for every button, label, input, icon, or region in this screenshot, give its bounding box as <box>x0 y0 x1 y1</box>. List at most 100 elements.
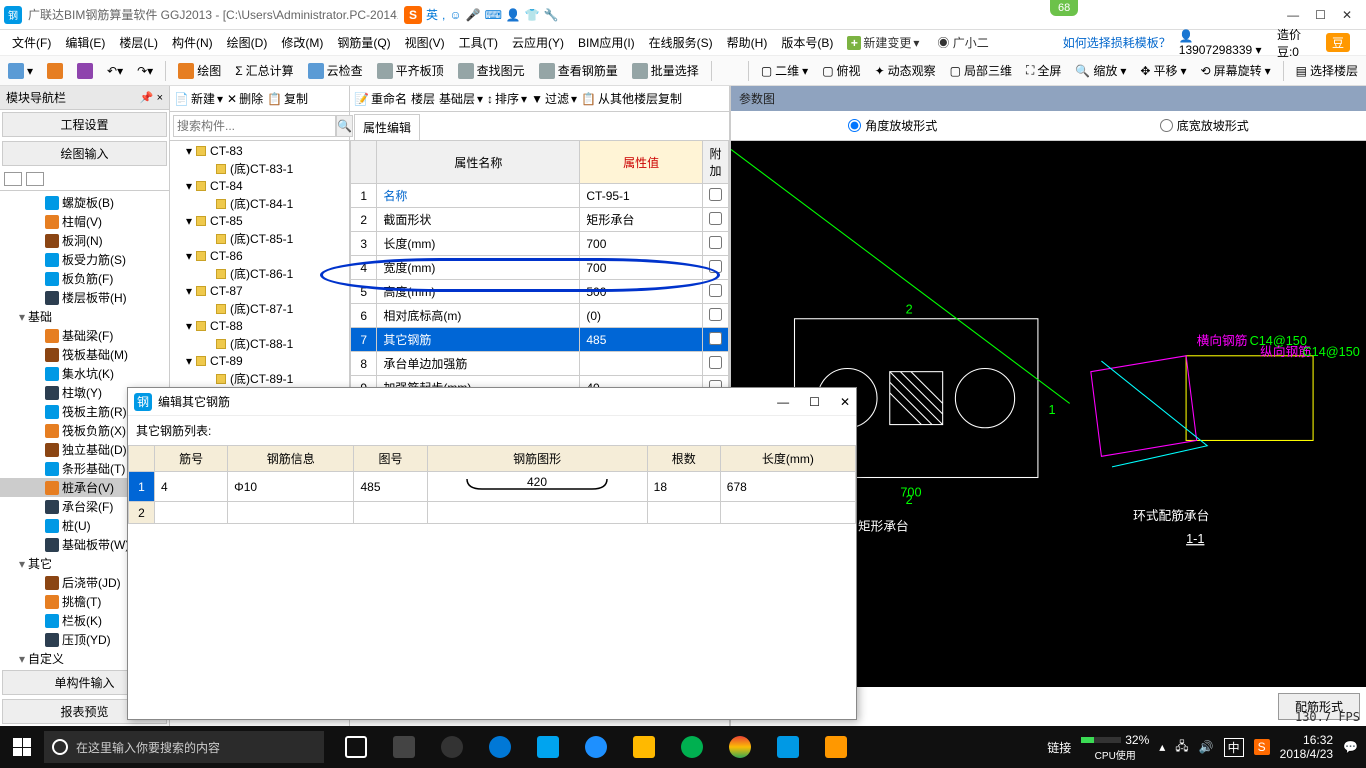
app-icon[interactable] <box>670 726 714 768</box>
tb-sum[interactable]: Σ 汇总计算 <box>231 60 297 81</box>
pin-icon[interactable]: 📌 × <box>140 91 163 104</box>
menu-draw[interactable]: 绘图(D) <box>221 32 274 53</box>
tray-sogou-icon[interactable]: S <box>1254 739 1270 755</box>
tree-node[interactable]: 基础梁(F) <box>0 326 169 345</box>
tb-find[interactable]: 查找图元 <box>454 60 529 81</box>
ime-logo-icon[interactable]: S <box>404 6 422 24</box>
menu-floor[interactable]: 楼层(L) <box>113 32 164 53</box>
menu-online[interactable]: 在线服务(S) <box>643 32 719 53</box>
ct-node[interactable]: ▾CT-84 <box>172 178 347 194</box>
ct-node[interactable]: ▾CT-88 <box>172 318 347 334</box>
prop-row[interactable]: 3长度(mm)700 <box>351 232 729 256</box>
tree-node[interactable]: 筏板基础(M) <box>0 345 169 364</box>
dialog-max[interactable]: ☐ <box>809 395 820 409</box>
ime-icon[interactable]: 🔧 <box>544 8 559 22</box>
tree-node[interactable]: 集水坑(K) <box>0 364 169 383</box>
ct-node[interactable]: ▾CT-85 <box>172 213 347 229</box>
tray-link[interactable]: 链接 <box>1047 739 1071 756</box>
menu-rebar[interactable]: 钢筋量(Q) <box>331 32 396 53</box>
tb-save[interactable] <box>73 61 97 81</box>
ime-icon[interactable]: , <box>442 8 445 22</box>
ie-icon[interactable] <box>574 726 618 768</box>
ime-icon[interactable]: 🎤 <box>466 8 481 22</box>
mt-filter[interactable]: ▼过滤▾ <box>531 90 577 107</box>
new-change-button[interactable]: +新建变更 ▾ <box>841 32 925 53</box>
edge-icon[interactable] <box>478 726 522 768</box>
menu-edit[interactable]: 编辑(E) <box>59 32 111 53</box>
tree-node[interactable]: 螺旋板(B) <box>0 193 169 212</box>
cpu-meter[interactable]: 32% CPU使用 <box>1081 733 1149 762</box>
app-icon[interactable] <box>430 726 474 768</box>
ct-node[interactable]: ▾CT-83 <box>172 143 347 159</box>
tb-2d[interactable]: ▢ 二维 ▾ <box>757 60 812 81</box>
mt-baselayer[interactable]: 基础层▾ <box>439 90 483 107</box>
tree-node[interactable]: 楼层板带(H) <box>0 288 169 307</box>
ct-node[interactable]: ▾CT-89 <box>172 353 347 369</box>
coin-icon[interactable]: 豆 <box>1326 33 1350 52</box>
rebar-row[interactable]: 14Φ1048542018678 <box>129 472 856 502</box>
tray-clock[interactable]: 16:32 2018/4/23 <box>1280 733 1333 761</box>
tb-topview[interactable]: ▢ 俯视 <box>818 60 864 81</box>
tree-node[interactable]: 板洞(N) <box>0 231 169 250</box>
mt-rename[interactable]: 📝重命名 <box>354 90 407 107</box>
menu-help[interactable]: 帮助(H) <box>721 32 774 53</box>
dialog-min[interactable]: — <box>777 395 789 409</box>
mt-delete[interactable]: ✕删除 <box>227 90 263 107</box>
ime-icon[interactable]: 👕 <box>525 8 540 22</box>
prop-row[interactable]: 6相对底标高(m)(0) <box>351 304 729 328</box>
prop-row[interactable]: 2截面形状矩形承台 <box>351 208 729 232</box>
tray-net-icon[interactable]: 🖧 <box>1175 737 1188 758</box>
ct-node[interactable]: (底)CT-83-1 <box>172 159 347 178</box>
ct-node[interactable]: (底)CT-88-1 <box>172 334 347 353</box>
mt-copy[interactable]: 📋复制 <box>267 90 308 107</box>
help-link[interactable]: 如何选择损耗模板？ <box>1057 32 1177 53</box>
ime-icon[interactable]: ⌨ <box>485 8 502 22</box>
menu-tools[interactable]: 工具(T) <box>453 32 504 53</box>
tb-align[interactable]: 平齐板顶 <box>373 60 448 81</box>
menu-file[interactable]: 文件(F) <box>6 32 57 53</box>
search-input[interactable] <box>173 115 336 137</box>
close-button[interactable]: ✕ <box>1342 8 1352 22</box>
user-label[interactable]: ◉ 广小二 <box>931 32 994 53</box>
tb-local3d[interactable]: ▢ 局部三维 <box>946 60 1016 81</box>
tb-new[interactable]: ▾ <box>4 61 37 81</box>
tb-draw[interactable]: 绘图 <box>174 60 225 81</box>
tray-up-icon[interactable]: ▴ <box>1159 740 1165 754</box>
prop-row[interactable]: 7其它钢筋485 <box>351 328 729 352</box>
menu-modify[interactable]: 修改(M) <box>275 32 329 53</box>
tb-zoom[interactable]: 🔍 缩放 ▾ <box>1071 60 1130 81</box>
tree-node[interactable]: 柱帽(V) <box>0 212 169 231</box>
app-icon[interactable] <box>814 726 858 768</box>
ct-node[interactable]: ▾CT-87 <box>172 283 347 299</box>
prop-row[interactable]: 1名称CT-95-1 <box>351 184 729 208</box>
menu-version[interactable]: 版本号(B) <box>775 32 839 53</box>
tb-undo[interactable]: ↶▾ <box>103 62 127 80</box>
maximize-button[interactable]: ☐ <box>1315 8 1326 22</box>
tree-node[interactable]: 板受力筋(S) <box>0 250 169 269</box>
prop-row[interactable]: 4宽度(mm)700 <box>351 256 729 280</box>
ime-icon[interactable]: ☺ <box>449 8 461 22</box>
tree-node[interactable]: 板负筋(F) <box>0 269 169 288</box>
view-icon[interactable] <box>4 172 22 186</box>
dialog-close[interactable]: ✕ <box>840 395 850 409</box>
view-icon[interactable] <box>26 172 44 186</box>
menu-view[interactable]: 视图(V) <box>399 32 451 53</box>
app-icon[interactable] <box>766 726 810 768</box>
mt-sort[interactable]: ↕排序▾ <box>487 90 527 107</box>
mt-copy-floor[interactable]: 📋从其他楼层复制 <box>581 90 682 107</box>
account-phone[interactable]: 👤 13907298339 ▾ <box>1179 29 1269 57</box>
ct-node[interactable]: ▾CT-86 <box>172 248 347 264</box>
app-icon[interactable] <box>526 726 570 768</box>
start-button[interactable] <box>0 738 44 756</box>
mt-floor[interactable]: 楼层 <box>411 90 435 107</box>
notifications-icon[interactable]: 💬 <box>1343 740 1358 754</box>
tray-ime[interactable]: 中 <box>1224 738 1244 757</box>
radio-width[interactable]: 底宽放坡形式 <box>1160 117 1249 134</box>
tb-pan[interactable]: ✥ 平移 ▾ <box>1136 60 1190 81</box>
rebar-row[interactable]: 2 <box>129 502 856 524</box>
tray-vol-icon[interactable]: 🔊 <box>1199 740 1214 754</box>
radio-angle[interactable]: 角度放坡形式 <box>848 117 937 134</box>
ime-mode[interactable]: 英 <box>426 6 438 23</box>
ct-node[interactable]: (底)CT-87-1 <box>172 299 347 318</box>
tb-rotate[interactable]: ⟲ 屏幕旋转 ▾ <box>1197 60 1275 81</box>
